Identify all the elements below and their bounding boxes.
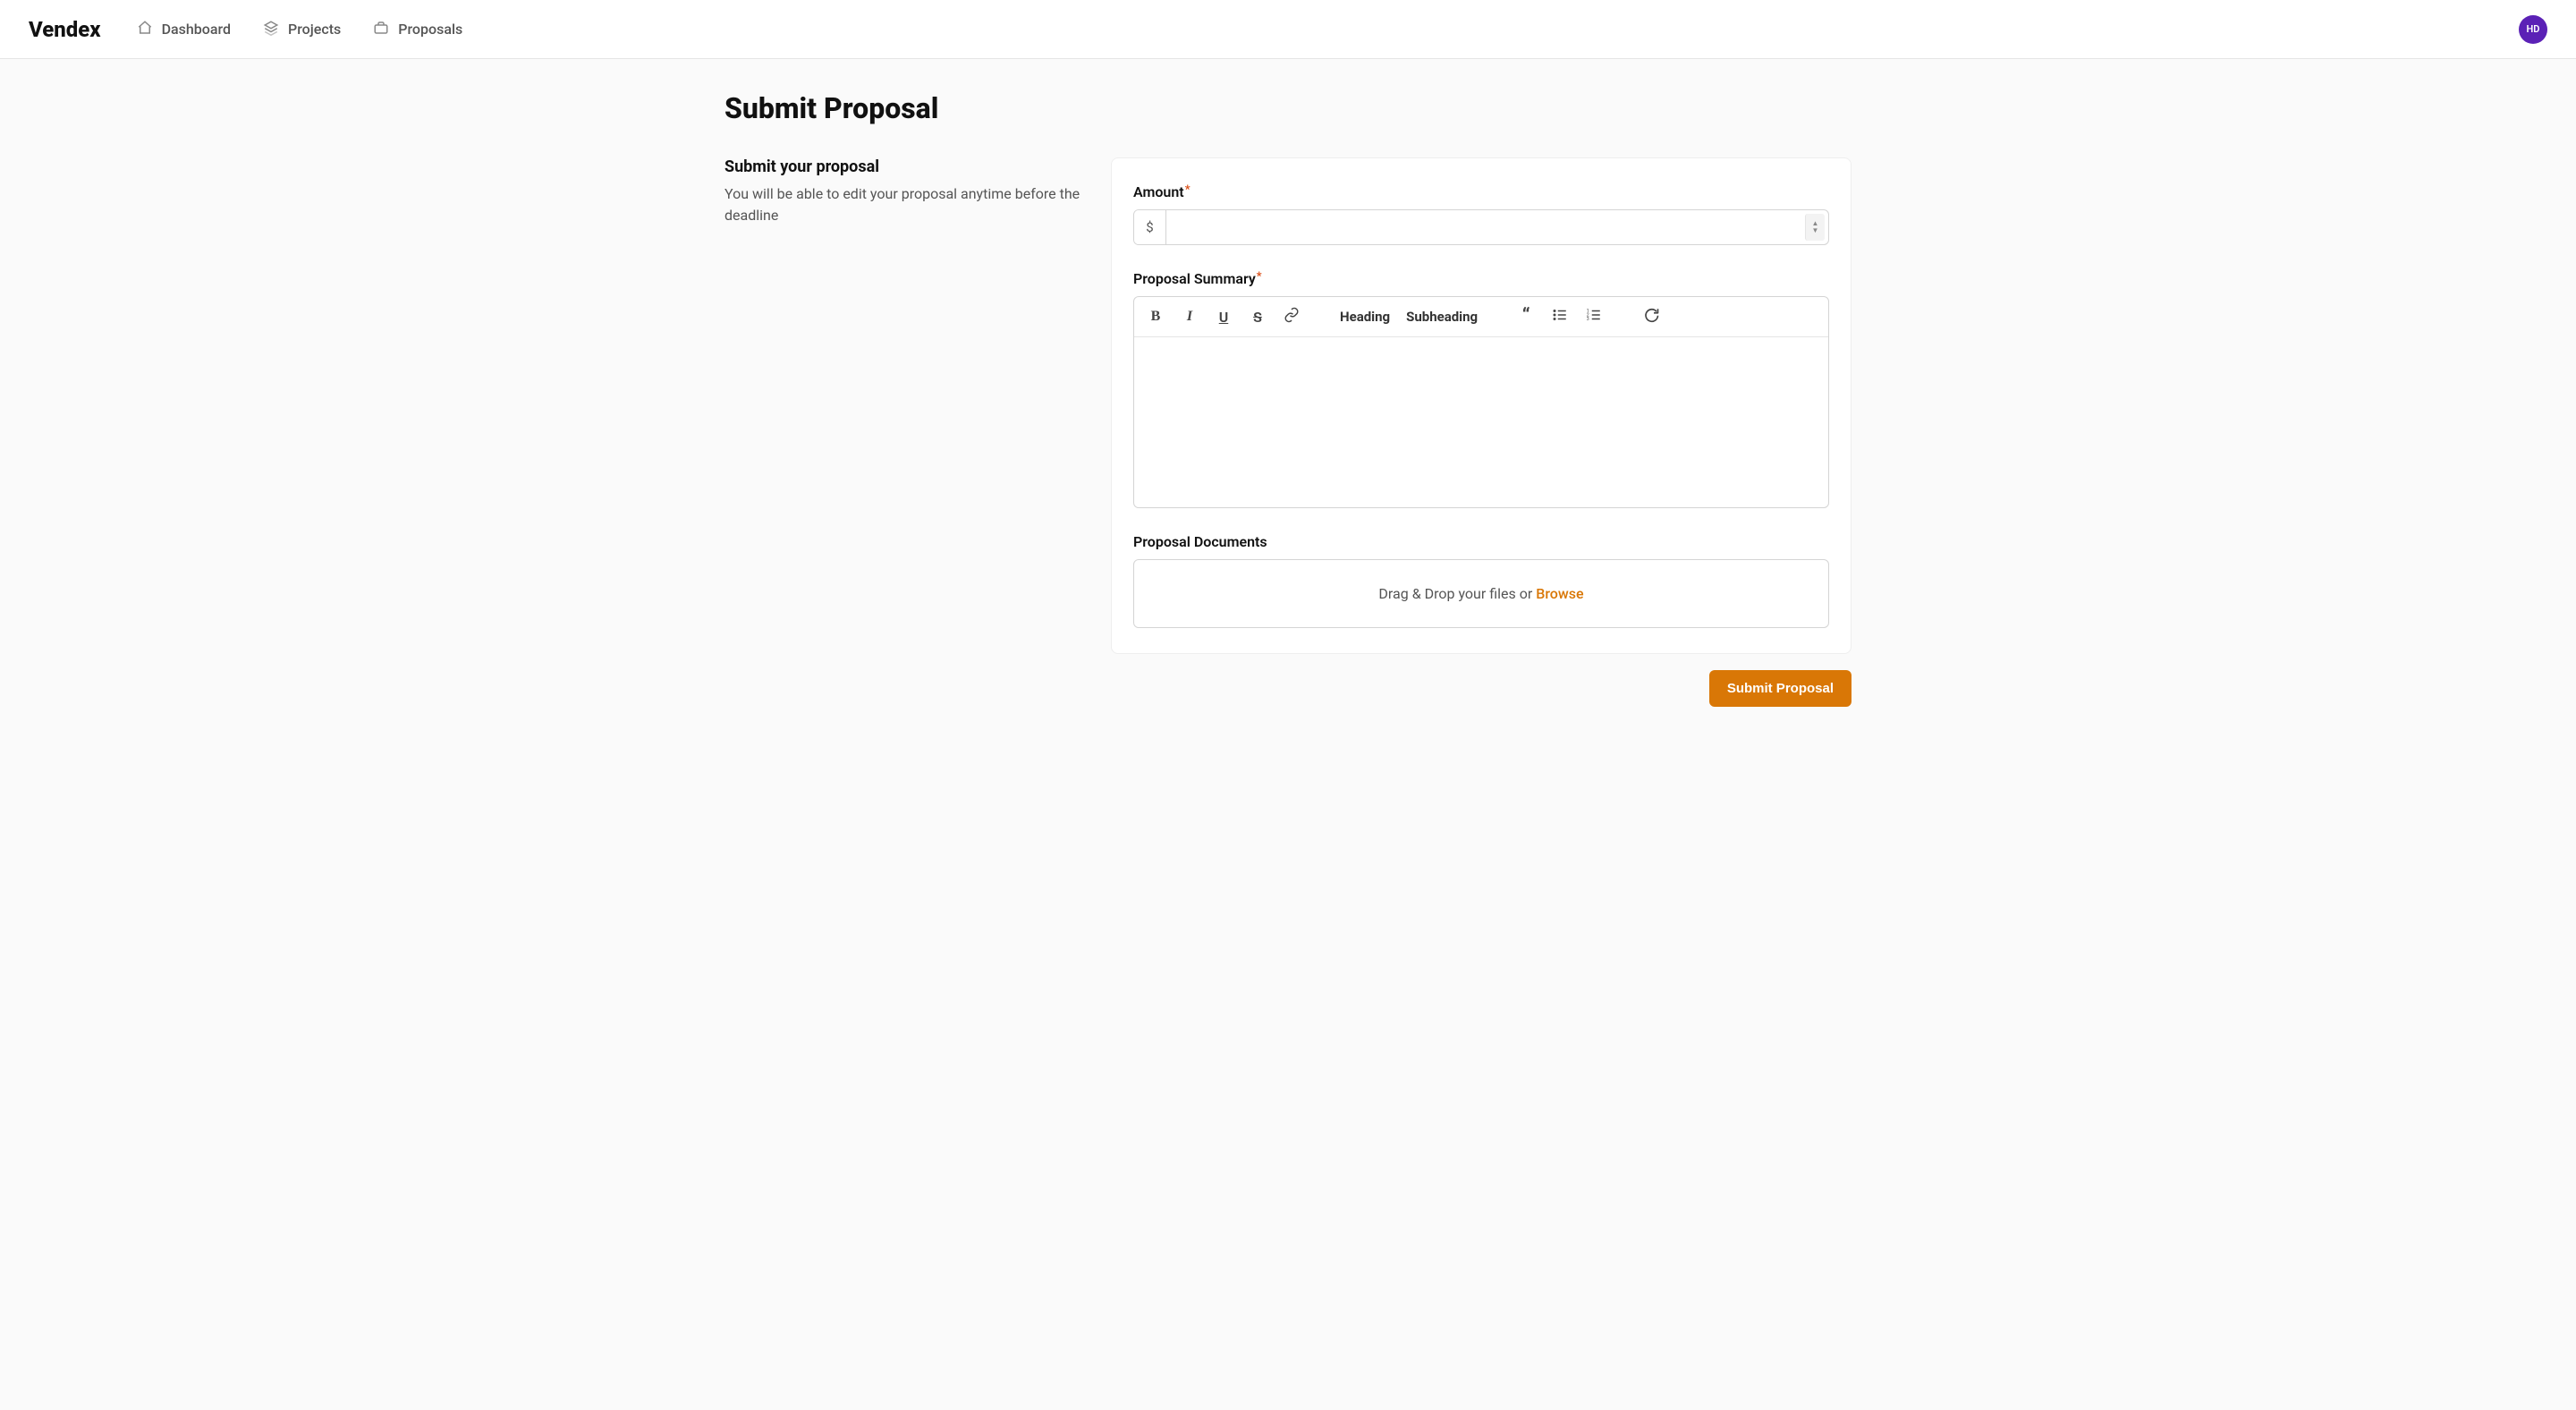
submit-button[interactable]: Submit Proposal xyxy=(1709,670,1852,707)
file-dropzone[interactable]: Drag & Drop your files or Browse xyxy=(1133,559,1829,628)
redo-icon xyxy=(1643,307,1659,327)
italic-button[interactable]: I xyxy=(1181,306,1199,327)
currency-prefix: $ xyxy=(1134,210,1166,244)
briefcase-icon xyxy=(373,20,389,39)
nav-label: Dashboard xyxy=(162,21,231,38)
link-button[interactable] xyxy=(1283,306,1301,327)
strikethrough-button[interactable]: S xyxy=(1249,306,1267,327)
editor-toolbar: B I U S xyxy=(1134,297,1828,337)
quote-button[interactable]: “ xyxy=(1517,306,1535,327)
subheading-button[interactable]: Subheading xyxy=(1406,309,1478,325)
documents-label: Proposal Documents xyxy=(1133,533,1829,550)
home-icon xyxy=(137,20,153,39)
amount-input[interactable] xyxy=(1166,210,1801,244)
left-column: Submit your proposal You will be able to… xyxy=(724,157,1082,226)
nav-item-proposals[interactable]: Proposals xyxy=(373,20,462,39)
nav-label: Projects xyxy=(288,21,341,38)
sub-heading: Submit your proposal xyxy=(724,157,1082,176)
required-mark: * xyxy=(1185,183,1191,197)
strikethrough-icon: S xyxy=(1253,309,1262,326)
bold-button[interactable]: B xyxy=(1147,306,1165,327)
form-actions: Submit Proposal xyxy=(724,670,1852,707)
nav-label: Proposals xyxy=(398,21,462,38)
required-mark: * xyxy=(1257,270,1262,284)
page-title: Submit Proposal xyxy=(724,91,1852,125)
amount-label: Amount* xyxy=(1133,183,1829,200)
documents-field: Proposal Documents Drag & Drop your file… xyxy=(1133,533,1829,628)
bullet-list-icon xyxy=(1552,307,1568,327)
quote-icon: “ xyxy=(1522,310,1530,322)
link-icon xyxy=(1284,307,1300,327)
dropzone-text: Drag & Drop your files or xyxy=(1378,585,1536,602)
sub-desc: You will be able to edit your proposal a… xyxy=(724,183,1082,226)
rich-text-editor: B I U S xyxy=(1133,296,1829,508)
nav-item-dashboard[interactable]: Dashboard xyxy=(137,20,231,39)
redo-button[interactable] xyxy=(1642,306,1660,327)
amount-label-text: Amount xyxy=(1133,183,1184,200)
number-list-icon: 123 xyxy=(1586,307,1602,327)
amount-stepper[interactable]: ▲ ▼ xyxy=(1805,214,1825,241)
underline-icon: U xyxy=(1219,309,1229,326)
nav-item-projects[interactable]: Projects xyxy=(263,20,341,39)
summary-label-text: Proposal Summary xyxy=(1133,270,1256,287)
chevron-down-icon: ▼ xyxy=(1812,227,1819,234)
summary-label: Proposal Summary* xyxy=(1133,270,1829,287)
amount-field: Amount* $ ▲ ▼ xyxy=(1133,183,1829,245)
summary-field: Proposal Summary* B I U xyxy=(1133,270,1829,508)
main-nav: Dashboard Projects Proposals xyxy=(137,20,463,39)
form-card: Amount* $ ▲ ▼ Proposal Summary* xyxy=(1111,157,1852,654)
topbar: Vendex Dashboard Projects Proposals xyxy=(0,0,2576,59)
amount-input-wrap: $ ▲ ▼ xyxy=(1133,209,1829,245)
number-list-button[interactable]: 123 xyxy=(1585,306,1603,327)
brand-logo[interactable]: Vendex xyxy=(29,17,101,42)
topbar-left: Vendex Dashboard Projects Proposals xyxy=(29,17,462,42)
heading-button[interactable]: Heading xyxy=(1340,309,1390,325)
svg-text:3: 3 xyxy=(1587,317,1589,322)
columns: Submit your proposal You will be able to… xyxy=(724,157,1852,654)
browse-link[interactable]: Browse xyxy=(1536,585,1583,602)
bold-icon: B xyxy=(1151,309,1161,325)
avatar[interactable]: HD xyxy=(2519,15,2547,44)
underline-button[interactable]: U xyxy=(1215,306,1233,327)
summary-input[interactable] xyxy=(1134,337,1828,507)
page: Submit Proposal Submit your proposal You… xyxy=(724,59,1852,743)
bullet-list-button[interactable] xyxy=(1551,306,1569,327)
italic-icon: I xyxy=(1187,309,1192,325)
stack-icon xyxy=(263,20,279,39)
